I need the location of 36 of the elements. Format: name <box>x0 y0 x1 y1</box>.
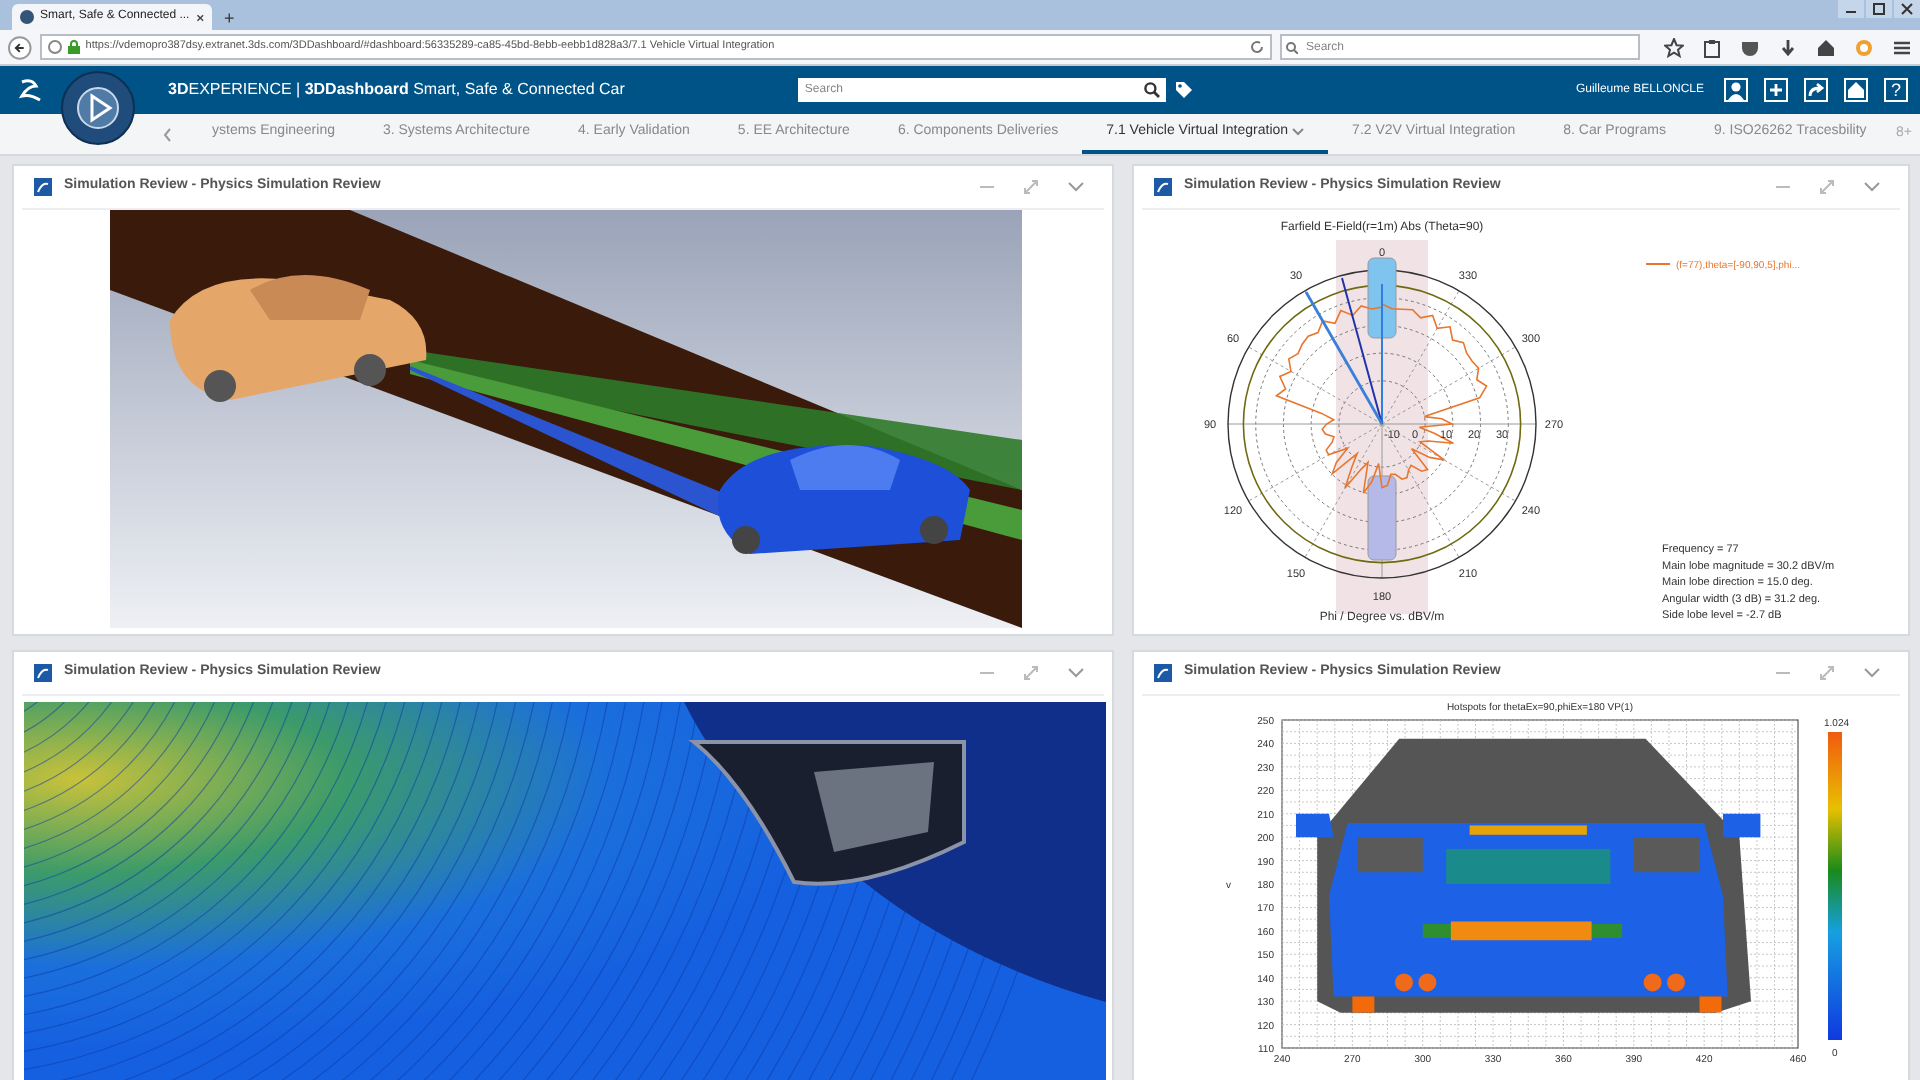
chevron-down-icon[interactable] <box>1864 182 1880 192</box>
user-icon[interactable] <box>1724 78 1748 102</box>
maximize-icon[interactable] <box>1866 0 1892 18</box>
back-icon[interactable] <box>8 35 32 59</box>
caret-down-icon[interactable] <box>1292 128 1305 136</box>
hotspot-mark <box>1450 921 1592 941</box>
app-icon[interactable] <box>34 178 52 196</box>
app-title: 3DEXPERIENCE | 3DDashboard Smart, Safe & Connected Car <box>168 78 625 102</box>
chevron-down-icon[interactable] <box>1068 668 1084 678</box>
lock-icon[interactable] <box>67 40 80 54</box>
chevron-down-icon[interactable] <box>1864 668 1880 678</box>
app-icon[interactable] <box>1154 664 1172 682</box>
app-icon[interactable] <box>34 664 52 682</box>
bookmark-star-icon[interactable] <box>1664 37 1684 57</box>
home-icon[interactable] <box>1816 37 1836 57</box>
plus-icon[interactable] <box>1764 78 1788 102</box>
help-button[interactable]: ? <box>1884 78 1908 102</box>
home-icon[interactable] <box>1844 78 1868 102</box>
download-icon[interactable] <box>1778 37 1798 57</box>
close-icon[interactable] <box>1894 0 1920 18</box>
clipboard-icon[interactable] <box>1702 37 1722 57</box>
reload-icon[interactable] <box>1250 40 1264 54</box>
hotspot-mark <box>1352 996 1375 1013</box>
site-icon <box>20 10 34 24</box>
search-icon[interactable] <box>1144 82 1161 98</box>
hotspot-mark <box>1699 996 1722 1013</box>
close-icon[interactable] <box>195 11 204 23</box>
share-icon[interactable] <box>1804 78 1828 102</box>
legend-line <box>1645 263 1671 265</box>
tag-icon[interactable] <box>1174 80 1195 100</box>
new-tab-button[interactable]: + <box>224 6 235 30</box>
hotspot-mark <box>1469 825 1587 835</box>
app-icon[interactable] <box>1154 178 1172 196</box>
menu-icon[interactable] <box>1892 37 1912 57</box>
chevron-down-icon[interactable] <box>1068 182 1084 192</box>
minimize-icon[interactable] <box>1838 0 1864 18</box>
